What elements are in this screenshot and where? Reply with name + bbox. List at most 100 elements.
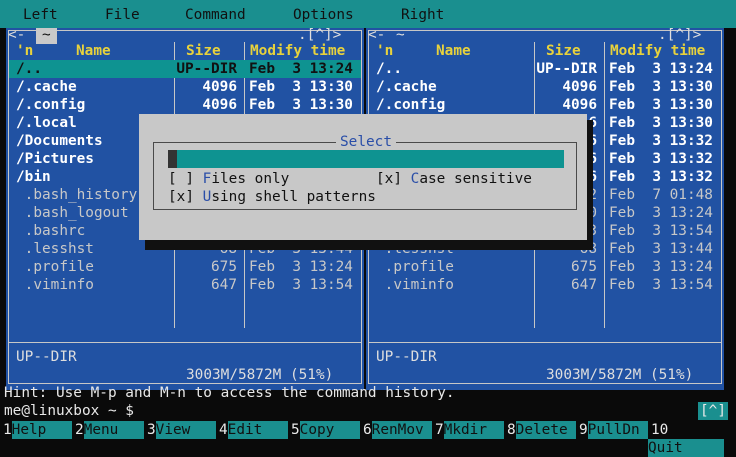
- file-row[interactable]: /.config 4096 Feb 3 13:30: [369, 96, 721, 114]
- fkey-label: RenMov: [371, 421, 432, 439]
- file-mtime: Feb 3 13:32: [609, 151, 713, 167]
- file-row[interactable]: /.. UP--DIR Feb 3 13:24: [369, 60, 721, 78]
- status-line: UP--DIR: [376, 349, 437, 365]
- checkbox-box: [x]: [168, 189, 194, 205]
- file-size: 4096: [562, 97, 597, 113]
- shell-patterns-checkbox[interactable]: [x] Using shell patterns: [168, 188, 376, 206]
- status-divider: [9, 342, 361, 343]
- checkbox-label: ase sensitive: [419, 171, 532, 187]
- file-name: .profile: [376, 259, 454, 275]
- disk-usage: 3003M/5872M (51%): [186, 367, 334, 383]
- file-row[interactable]: .profile 675 Feb 3 13:24: [369, 258, 721, 276]
- fkey-menu[interactable]: 2Menu: [72, 421, 144, 439]
- fkey-pulldn[interactable]: 9PullDn: [576, 421, 648, 439]
- col-header-time[interactable]: Modify time: [610, 42, 705, 60]
- fkey-number: 2: [75, 422, 84, 438]
- file-name: .bash_history: [16, 187, 138, 203]
- fkey-label: Quit: [648, 439, 724, 457]
- fkey-number: 6: [363, 422, 372, 438]
- file-name: /Documents: [16, 133, 103, 149]
- dialog-title: Select: [336, 133, 396, 151]
- fkey-label: Mkdir: [443, 421, 504, 439]
- menu-left[interactable]: Left: [23, 6, 58, 24]
- fkey-copy[interactable]: 5Copy: [288, 421, 360, 439]
- file-row[interactable]: /.cache 4096 Feb 3 13:30: [9, 78, 361, 96]
- fkey-number: 10: [651, 422, 669, 438]
- file-row[interactable]: .profile 675 Feb 3 13:24: [9, 258, 361, 276]
- case-sensitive-checkbox[interactable]: [x] Case sensitive: [376, 170, 532, 188]
- file-row[interactable]: .viminfo 647 Feb 3 13:54: [369, 276, 721, 294]
- file-name: /Pictures: [16, 151, 94, 167]
- fkey-number: 4: [219, 422, 228, 438]
- file-mtime: Feb 3 13:44: [609, 241, 713, 257]
- fkey-number: 7: [435, 422, 444, 438]
- function-key-bar: 1Help 2Menu 3View 4Edit 5Copy 6RenMov 7Mkdir 8D…: [0, 421, 736, 457]
- file-mtime: Feb 3 13:30: [609, 97, 713, 113]
- shell-prompt[interactable]: me@linuxbox ~ $: [4, 402, 134, 420]
- col-header-size[interactable]: Size: [186, 42, 221, 60]
- disk-usage: 3003M/5872M (51%): [546, 367, 694, 383]
- fkey-help[interactable]: 1Help: [0, 421, 72, 439]
- sort-indicator[interactable]: 'n: [376, 42, 393, 60]
- file-size: 4096: [562, 79, 597, 95]
- file-name: /.config: [16, 97, 86, 113]
- file-mtime: Feb 3 13:24: [609, 61, 713, 77]
- files-only-checkbox[interactable]: [ ] Files only: [168, 170, 289, 188]
- file-size: 675: [211, 259, 237, 275]
- hint-line: Hint: Use M-p and M-n to access the comm…: [4, 385, 455, 401]
- menu-command[interactable]: Command: [185, 6, 246, 24]
- menu-right[interactable]: Right: [401, 6, 444, 24]
- checkbox-label: sing shell patterns: [211, 189, 376, 205]
- fkey-label: Help: [11, 421, 72, 439]
- menu-file[interactable]: File: [105, 6, 140, 24]
- fkey-label: View: [155, 421, 216, 439]
- menu-bar: Left File Command Options Right: [0, 0, 736, 28]
- file-name: .lesshst: [16, 241, 94, 257]
- pattern-input[interactable]: [168, 150, 564, 168]
- file-mtime: Feb 3 13:54: [609, 277, 713, 293]
- file-name: .profile: [16, 259, 94, 275]
- fkey-number: 8: [507, 422, 516, 438]
- status-divider: [369, 342, 721, 343]
- subshell-scroll-button[interactable]: [^]: [698, 402, 728, 420]
- file-row[interactable]: /.config 4096 Feb 3 13:30: [9, 96, 361, 114]
- panel-path[interactable]: ~: [36, 28, 57, 44]
- checkbox-box: [x]: [376, 171, 402, 187]
- file-name: /bin: [16, 169, 51, 185]
- fkey-view[interactable]: 3View: [144, 421, 216, 439]
- file-mtime: Feb 3 13:32: [609, 133, 713, 149]
- sort-indicator[interactable]: 'n: [16, 42, 33, 60]
- col-header-name[interactable]: Name: [436, 42, 471, 60]
- fkey-quit[interactable]: 10Quit: [648, 421, 736, 457]
- fkey-label: Delete: [515, 421, 576, 439]
- file-name: /..: [376, 61, 402, 77]
- file-name: /.cache: [376, 79, 437, 95]
- col-header-time[interactable]: Modify time: [250, 42, 345, 60]
- file-mtime: Feb 3 13:32: [609, 169, 713, 185]
- file-mtime: Feb 3 13:54: [249, 277, 353, 293]
- fkey-renmov[interactable]: 6RenMov: [360, 421, 432, 439]
- file-name: .bash_logout: [16, 205, 129, 221]
- menu-options[interactable]: Options: [293, 6, 354, 24]
- file-mtime: Feb 3 13:30: [249, 97, 353, 113]
- file-row[interactable]: /.cache 4096 Feb 3 13:30: [369, 78, 721, 96]
- checkbox-label: iles only: [211, 171, 290, 187]
- status-line: UP--DIR: [16, 349, 77, 365]
- select-dialog: Select [ ] Files only [x] Case sensitive…: [139, 114, 587, 240]
- fkey-label: PullDn: [587, 421, 648, 439]
- fkey-delete[interactable]: 8Delete: [504, 421, 576, 439]
- fkey-number: 1: [3, 422, 12, 438]
- file-size: 4096: [202, 79, 237, 95]
- file-mtime: Feb 3 13:30: [249, 79, 353, 95]
- fkey-edit[interactable]: 4Edit: [216, 421, 288, 439]
- fkey-label: Menu: [83, 421, 144, 439]
- file-row[interactable]: .viminfo 647 Feb 3 13:54: [9, 276, 361, 294]
- checkbox-box: [ ]: [168, 171, 194, 187]
- col-header-name[interactable]: Name: [76, 42, 111, 60]
- file-mtime: Feb 3 13:24: [249, 61, 353, 77]
- fkey-mkdir[interactable]: 7Mkdir: [432, 421, 504, 439]
- file-mtime: Feb 3 13:30: [609, 79, 713, 95]
- file-size: UP--DIR: [176, 61, 237, 77]
- col-header-size[interactable]: Size: [546, 42, 581, 60]
- file-row[interactable]: /.. UP--DIR Feb 3 13:24: [9, 60, 361, 78]
